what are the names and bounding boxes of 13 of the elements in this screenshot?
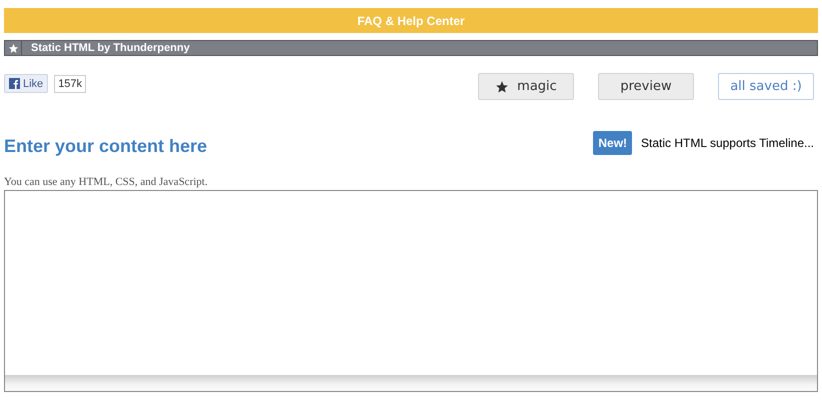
like-button[interactable]: Like (4, 74, 48, 93)
editor-hint: You can use any HTML, CSS, and JavaScript. (4, 176, 209, 188)
star-icon (495, 80, 510, 94)
app-title: Static HTML by Thunderpenny (31, 42, 190, 54)
magic-button[interactable]: magic (478, 73, 574, 100)
resize-bar[interactable] (5, 375, 817, 391)
preview-button[interactable]: preview (598, 73, 694, 100)
like-count: 157k (54, 74, 86, 92)
new-badge: New! (593, 131, 632, 155)
page-heading: Enter your content here (4, 136, 208, 156)
save-status-button[interactable]: all saved :) (718, 73, 814, 100)
notice-link[interactable]: Static HTML supports Timeline... (641, 136, 814, 150)
code-editor[interactable] (4, 190, 818, 392)
